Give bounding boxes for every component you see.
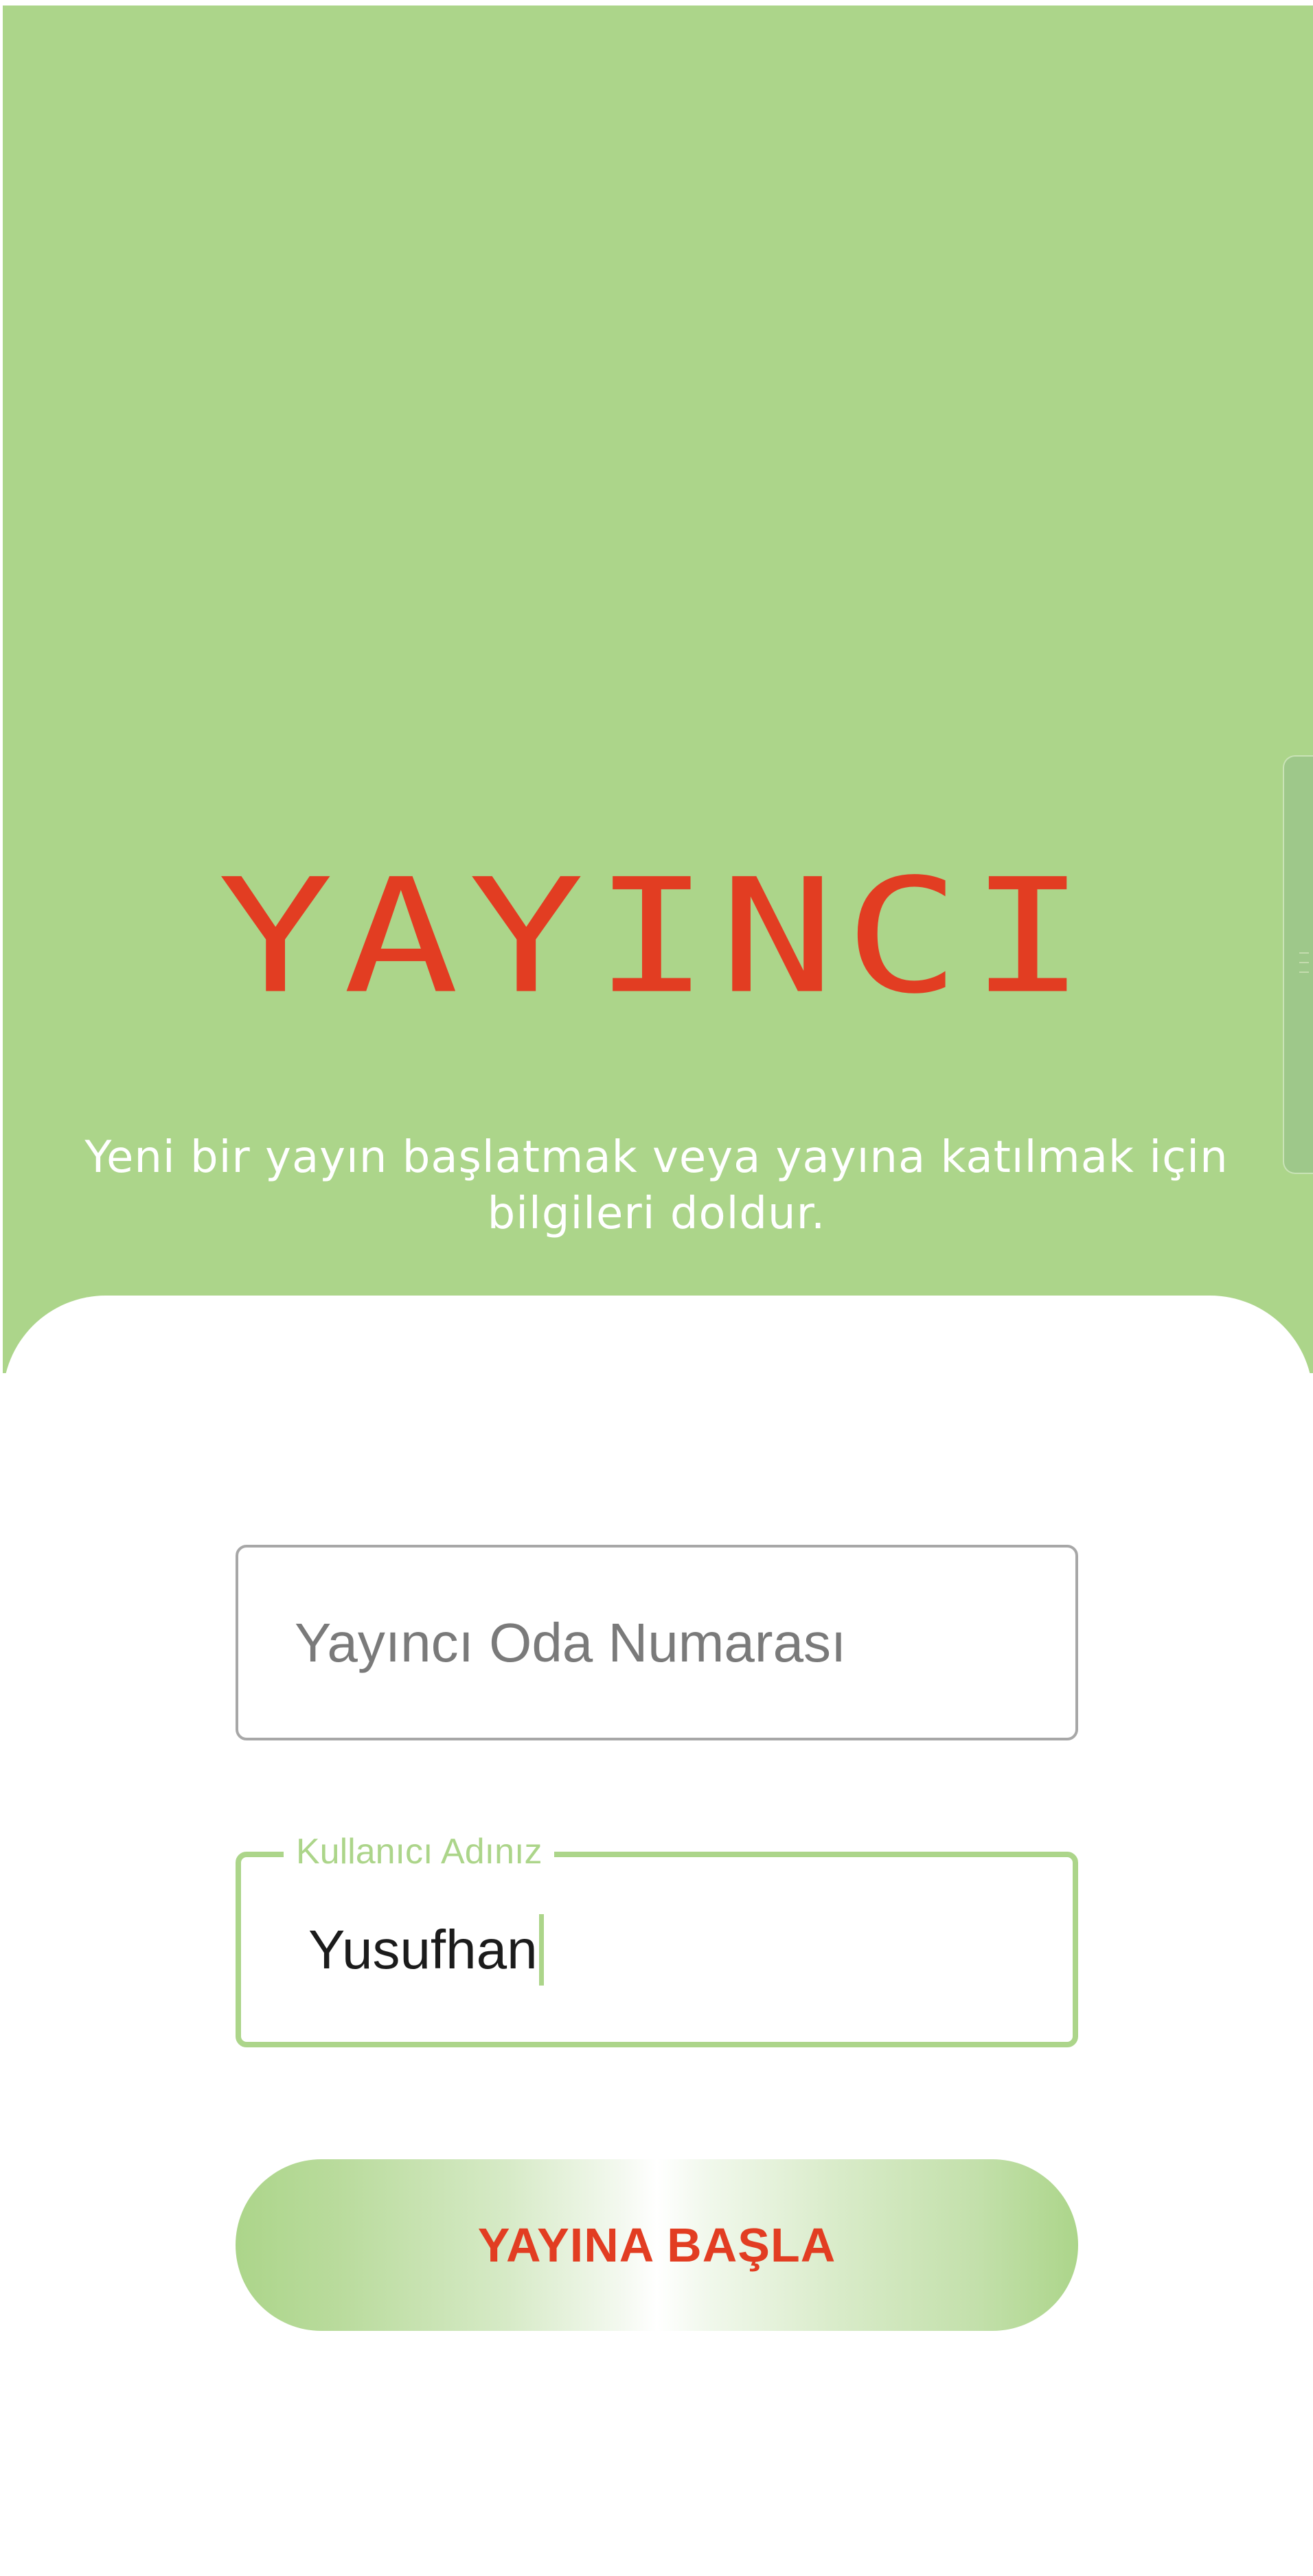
page-subtitle: Yeni bir yayın başlatmak veya yayına kat…	[84, 1132, 1229, 1239]
left-edge	[0, 0, 3, 1373]
username-field[interactable]: Kullanıcı Adınız Yusufhan	[236, 1831, 1078, 2047]
page-title: YAYINCI	[217, 845, 1096, 1029]
drag-handle-icon	[1299, 952, 1309, 973]
username-value-wrap: Yusufhan	[308, 1857, 544, 2042]
room-number-placeholder: Yayıncı Oda Numarası	[295, 1612, 847, 1673]
edge-panel-handle[interactable]	[1283, 755, 1313, 1174]
app-screen: YAYINCI Yeni bir yayın başlatmak veya ya…	[0, 0, 1313, 2576]
header-panel: YAYINCI Yeni bir yayın başlatmak veya ya…	[0, 0, 1313, 1373]
top-edge	[0, 0, 1313, 5]
start-broadcast-button[interactable]: YAYINA BAŞLA	[236, 2159, 1078, 2331]
text-cursor	[538, 1913, 544, 1986]
username-value: Yusufhan	[308, 1919, 538, 1980]
room-number-field[interactable]: Yayıncı Oda Numarası	[236, 1545, 1078, 1740]
